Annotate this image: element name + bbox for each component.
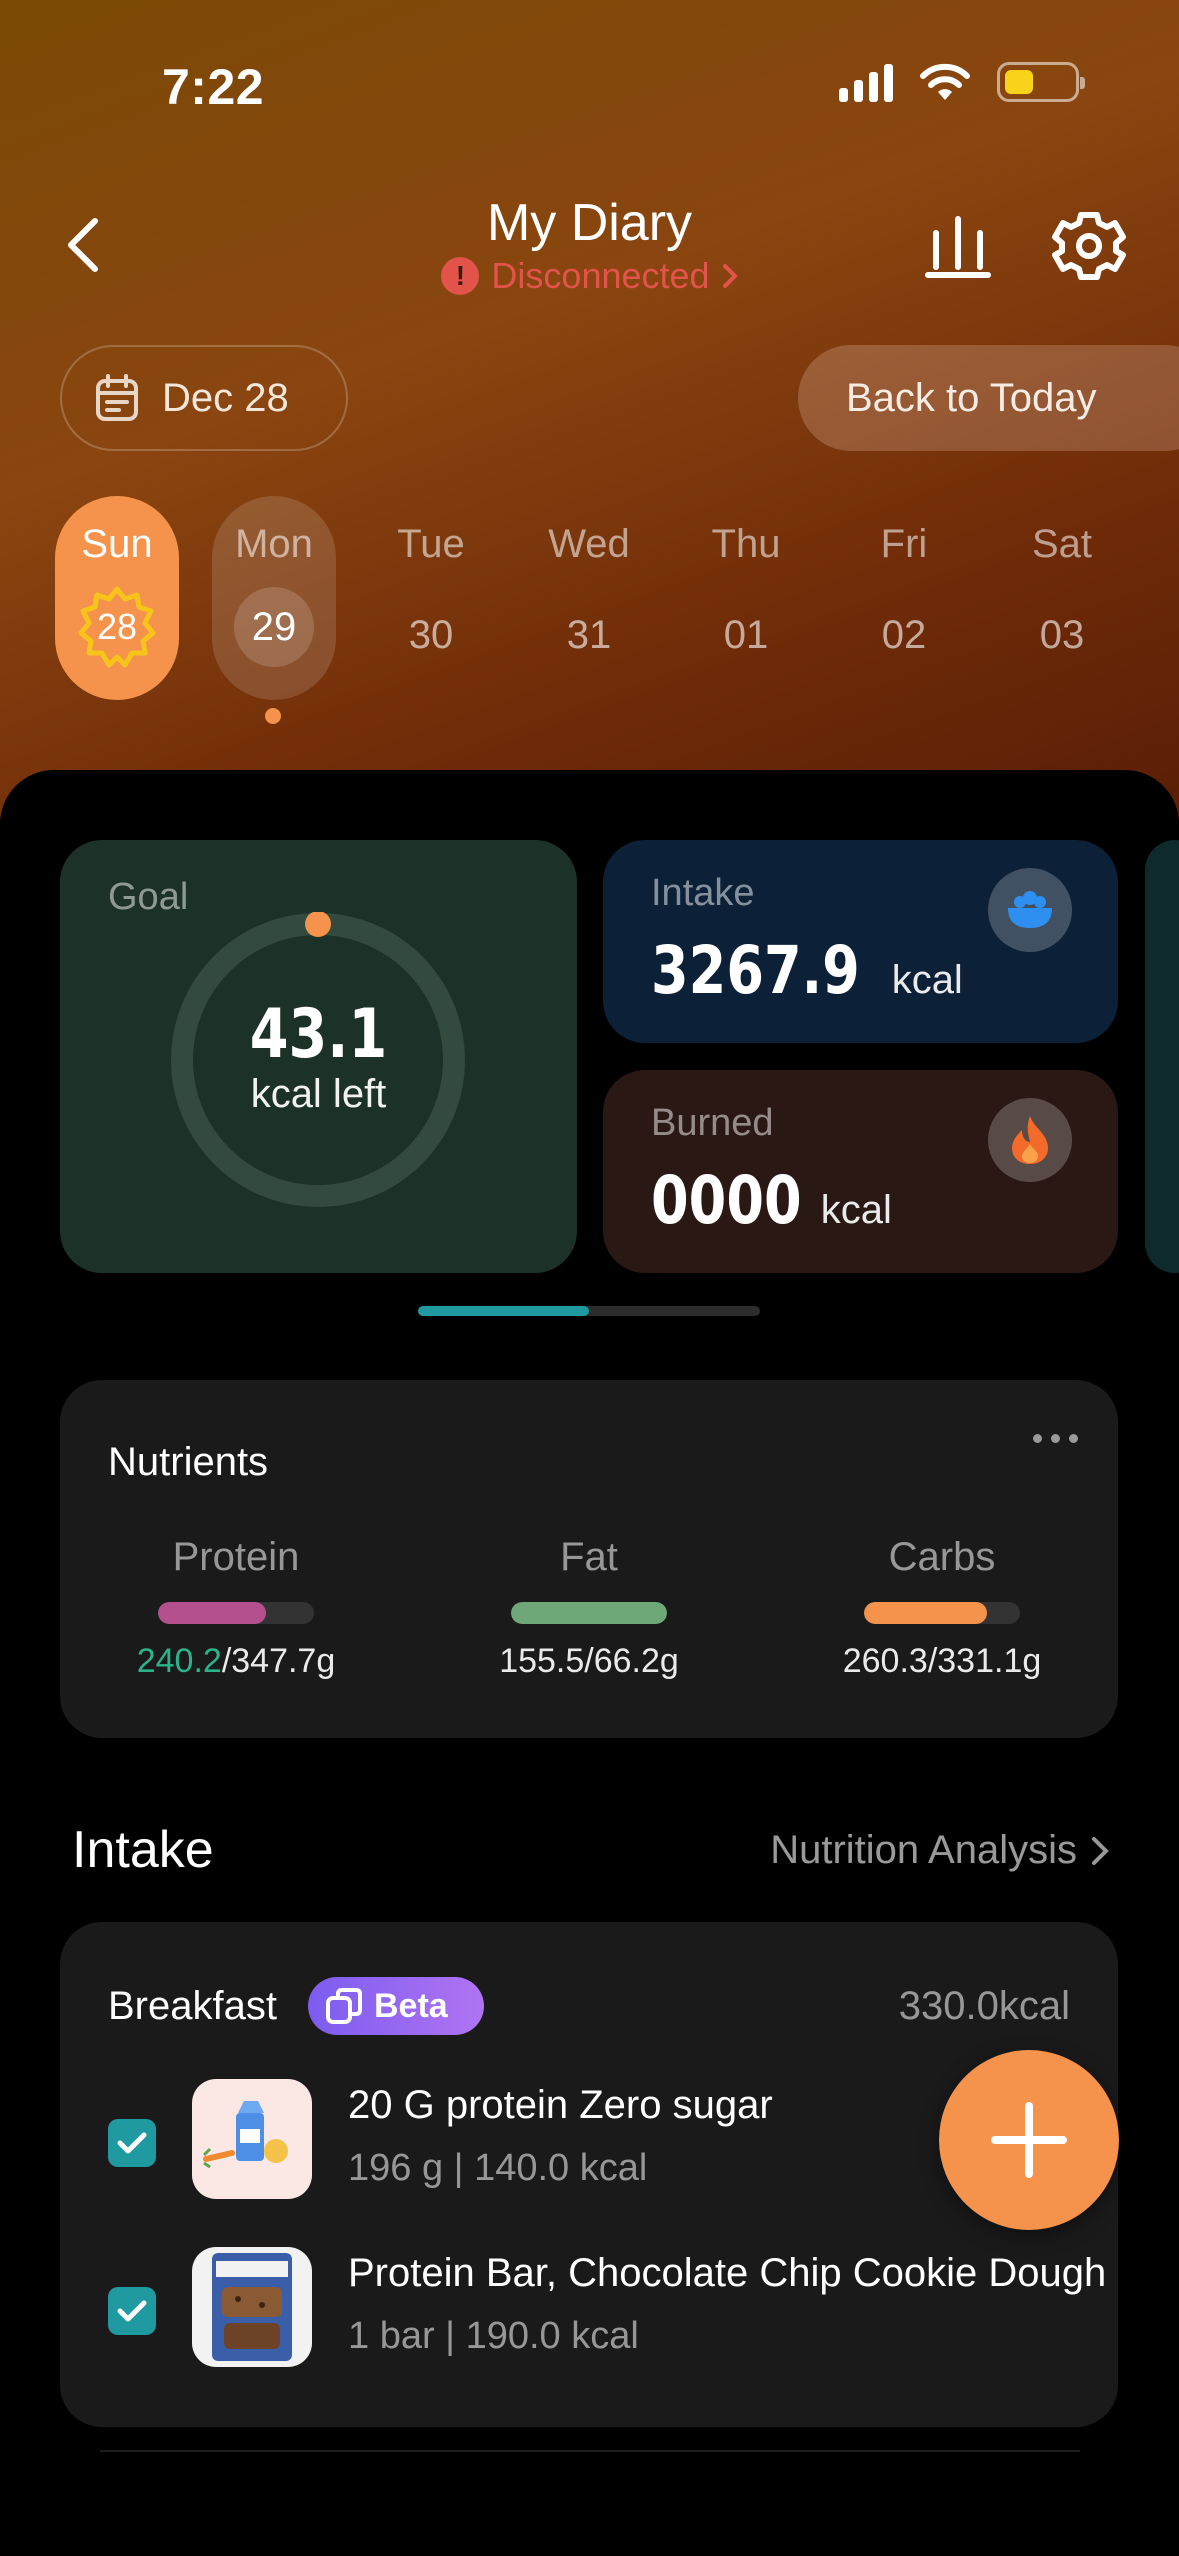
nutrient-carbs: Carbs 260.3/331.1g	[792, 1535, 1092, 1681]
battery-icon	[997, 62, 1085, 102]
connection-status-label: Disconnected	[491, 255, 710, 296]
settings-button[interactable]	[1050, 205, 1128, 285]
next-card-peek	[1145, 840, 1179, 1273]
nutrient-consumed: 240.2	[136, 1642, 222, 1680]
nutrient-progress-bar	[864, 1602, 1020, 1624]
nutrient-name: Protein	[172, 1535, 300, 1579]
day-monday[interactable]: Mon 29	[212, 496, 336, 700]
card-pager-fill	[418, 1306, 589, 1316]
nutrient-progress-fill	[158, 1602, 266, 1624]
connection-status[interactable]: ! Disconnected	[0, 255, 1179, 297]
week-strip: Sun 28 Mon 29 Tue 30 Wed 31 Thu 01 Fri 0…	[0, 496, 1179, 736]
nutrient-name: Fat	[560, 1535, 618, 1579]
nutrient-progress-bar	[511, 1602, 667, 1624]
alert-icon: !	[441, 257, 480, 295]
nutrient-progress-fill	[864, 1602, 988, 1624]
intake-section-title: Intake	[72, 1821, 214, 1879]
nutrient-value: 260.3/331.1g	[842, 1642, 1042, 1680]
day-thursday[interactable]: Thu 01	[684, 496, 808, 700]
nutrient-progress-bar	[158, 1602, 314, 1624]
day-tuesday[interactable]: Tue 30	[369, 496, 493, 700]
day-name: Sun	[81, 522, 153, 566]
intake-value: 3267.9	[651, 932, 860, 1009]
day-name: Wed	[548, 522, 630, 566]
day-number: 29	[234, 587, 314, 667]
day-number: 01	[723, 613, 769, 657]
burned-label: Burned	[651, 1102, 774, 1144]
page-title: My Diary	[486, 194, 693, 252]
back-to-today-button[interactable]: Back to Today	[798, 345, 1179, 451]
nutrients-title: Nutrients	[108, 1440, 269, 1484]
nutrient-target: /347.7g	[221, 1642, 336, 1680]
burned-unit: kcal	[820, 1188, 892, 1232]
food-name: 20 G protein Zero sugar	[348, 2083, 773, 2127]
day-name: Sat	[1031, 522, 1093, 566]
burned-value: 0000	[651, 1162, 802, 1239]
goal-card[interactable]: Goal 43.1 kcal left	[60, 840, 577, 1273]
copy-icon	[326, 1988, 362, 2024]
cellular-signal-icon	[839, 62, 893, 102]
day-name: Tue	[397, 522, 465, 566]
day-number: 28	[96, 606, 138, 647]
goal-remaining-unit: kcal left	[250, 1072, 387, 1116]
date-picker-button[interactable]: Dec 28	[60, 345, 348, 451]
checkbox-checked-icon[interactable]	[108, 2287, 156, 2335]
nutrient-value: 240.2/347.7g	[137, 1642, 336, 1681]
statistics-button[interactable]	[922, 205, 994, 285]
day-name: Mon	[235, 522, 313, 566]
nutrient-fat: Fat 155.5/66.2g	[439, 1535, 739, 1681]
day-sunday[interactable]: Sun 28	[55, 496, 179, 700]
nutrient-value: 155.5/66.2g	[499, 1642, 679, 1680]
day-number: 02	[881, 613, 927, 657]
day-name: Fri	[880, 522, 928, 566]
nutrient-protein: Protein 240.2/347.7g	[86, 1535, 386, 1681]
day-number: 30	[408, 613, 454, 657]
card-pager	[418, 1306, 760, 1316]
food-portion: 196 g | 140.0 kcal	[348, 2147, 648, 2189]
burned-card[interactable]: Burned 0000 kcal	[603, 1070, 1118, 1273]
meal-name: Breakfast	[108, 1984, 277, 2028]
goal-remaining-value: 43.1	[249, 995, 388, 1074]
food-thumbnail	[192, 2079, 312, 2199]
food-item[interactable]: Protein Bar, Chocolate Chip Cookie Dough…	[60, 2247, 1118, 2375]
intake-card[interactable]: Intake 3267.9 kcal	[603, 840, 1118, 1043]
beta-label: Beta	[374, 1986, 448, 2025]
intake-label: Intake	[651, 872, 755, 914]
nutrient-name: Carbs	[888, 1535, 996, 1579]
status-time: 7:22	[162, 59, 265, 115]
gear-icon	[1052, 212, 1126, 280]
day-number: 31	[566, 613, 612, 657]
nutrition-analysis-link[interactable]: Nutrition Analysis	[770, 1828, 1109, 1873]
wifi-icon	[920, 63, 970, 100]
checkbox-checked-icon[interactable]	[108, 2119, 156, 2167]
day-name: Thu	[711, 522, 781, 566]
divider	[100, 2450, 1080, 2452]
chevron-right-icon	[722, 264, 738, 288]
bar-chart-icon	[925, 216, 991, 278]
nutrient-progress-fill	[511, 1602, 667, 1624]
intake-unit: kcal	[891, 958, 963, 1002]
chevron-right-icon	[1092, 1836, 1109, 1865]
day-friday[interactable]: Fri 02	[842, 496, 966, 700]
nutrition-analysis-label: Nutrition Analysis	[770, 1828, 1077, 1872]
bowl-icon	[988, 868, 1072, 952]
food-portion: 1 bar | 190.0 kcal	[348, 2315, 639, 2357]
day-wednesday[interactable]: Wed 31	[527, 496, 651, 700]
meal-total-kcal: 330.0kcal	[898, 1984, 1070, 2028]
food-thumbnail	[192, 2247, 312, 2367]
flame-icon	[988, 1098, 1072, 1182]
day-number: 03	[1039, 613, 1085, 657]
food-name: Protein Bar, Chocolate Chip Cookie Dough	[348, 2251, 1107, 2295]
beta-badge: Beta	[308, 1977, 484, 2035]
achievement-badge-icon: 28	[75, 585, 159, 669]
calendar-icon	[96, 374, 138, 421]
more-options-button[interactable]	[1033, 1434, 1078, 1443]
plus-icon	[991, 2102, 1067, 2178]
entry-indicator-dot	[265, 708, 281, 724]
status-icons	[839, 62, 1085, 102]
add-food-button[interactable]	[939, 2050, 1119, 2230]
selected-date-label: Dec 28	[162, 375, 289, 420]
nutrients-card[interactable]: Nutrients Protein 240.2/347.7g Fat 155.5…	[60, 1380, 1118, 1738]
day-saturday[interactable]: Sat 03	[1000, 496, 1124, 700]
